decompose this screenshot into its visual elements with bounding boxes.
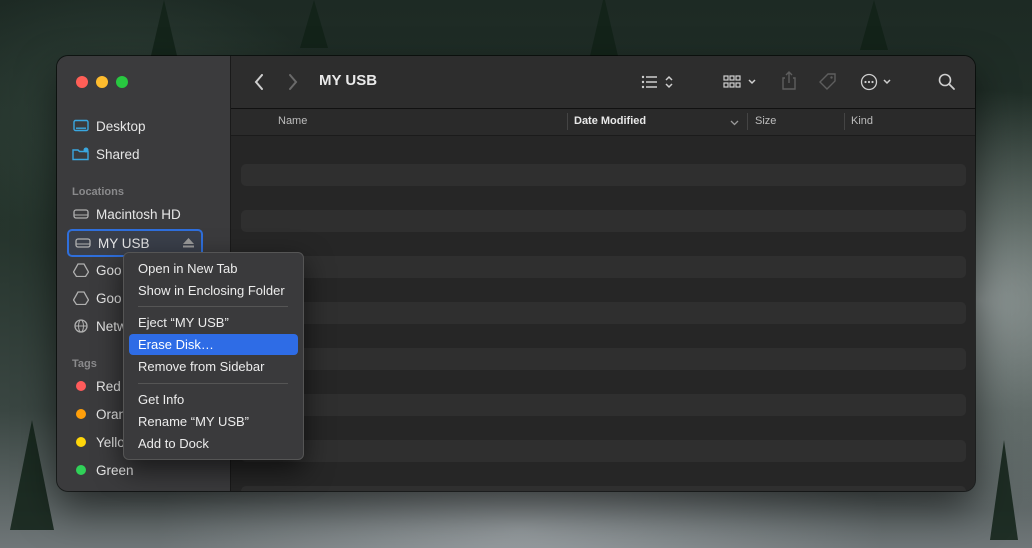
empty-row-stripe <box>241 164 966 186</box>
menu-item-get-info[interactable]: Get Info <box>129 389 298 410</box>
minimize-button[interactable] <box>96 76 108 88</box>
sidebar-item-label: Macintosh HD <box>96 206 181 222</box>
column-header-date-modified[interactable]: Date Modified <box>574 115 646 127</box>
eject-icon[interactable] <box>183 236 194 251</box>
column-divider[interactable] <box>747 113 748 130</box>
context-menu: Open in New Tab Show in Enclosing Folder… <box>123 252 304 460</box>
sidebar-item-macintosh-hd[interactable]: Macintosh HD <box>67 202 203 226</box>
close-button[interactable] <box>76 76 88 88</box>
sidebar-item-label: Shared <box>96 146 140 162</box>
menu-item-open-in-new-tab[interactable]: Open in New Tab <box>129 258 298 279</box>
menu-separator <box>138 306 288 307</box>
column-header-bar: Name Date Modified Size Kind <box>231 109 975 136</box>
sort-chevron-down-icon <box>730 117 739 129</box>
sidebar-tag-green[interactable]: Green <box>67 458 203 482</box>
wallpaper-tree <box>300 0 328 48</box>
forward-button[interactable] <box>285 72 301 92</box>
window-title: MY USB <box>319 72 378 89</box>
sidebar-item-label: Desktop <box>96 118 146 134</box>
menu-separator <box>138 383 288 384</box>
column-header-name[interactable]: Name <box>278 115 307 127</box>
wallpaper-tree <box>990 440 1018 540</box>
empty-row-stripe <box>241 256 966 278</box>
column-divider[interactable] <box>844 113 845 130</box>
menu-item-erase-disk[interactable]: Erase Disk… <box>129 334 298 355</box>
sidebar-item-label: MY USB <box>98 235 150 251</box>
empty-row-stripe <box>241 486 966 491</box>
empty-row-stripe <box>241 348 966 370</box>
drive-icon <box>72 206 90 222</box>
sidebar-item-desktop[interactable]: Desktop <box>67 114 203 138</box>
search-icon[interactable] <box>937 72 957 92</box>
sidebar-item-shared[interactable]: Shared <box>67 142 203 166</box>
column-header-kind[interactable]: Kind <box>851 115 873 127</box>
back-button[interactable] <box>251 72 267 92</box>
drive-icon <box>74 235 92 251</box>
zoom-button[interactable] <box>116 76 128 88</box>
menu-item-eject[interactable]: Eject “MY USB” <box>129 312 298 333</box>
column-divider[interactable] <box>567 113 568 130</box>
sidebar-item-label: Yello <box>96 434 125 450</box>
desktop-icon <box>72 118 90 134</box>
network-icon <box>72 318 90 334</box>
tag-color-dot <box>76 381 86 391</box>
empty-row-stripe <box>241 210 966 232</box>
tag-color-dot <box>76 465 86 475</box>
tag-color-dot <box>76 409 86 419</box>
locations-header: Locations <box>72 186 124 198</box>
tag-color-dot <box>76 437 86 447</box>
wallpaper-tree <box>150 0 178 60</box>
tag-icon[interactable] <box>817 71 839 93</box>
menu-item-remove-from-sidebar[interactable]: Remove from Sidebar <box>129 356 298 377</box>
shared-folder-icon <box>72 146 90 162</box>
empty-row-stripe <box>241 394 966 416</box>
sidebar-item-label: Green <box>96 462 134 478</box>
column-header-size[interactable]: Size <box>755 115 776 127</box>
wallpaper-tree <box>590 0 618 56</box>
list-view-button[interactable] <box>639 72 679 92</box>
empty-row-stripe <box>241 302 966 324</box>
wallpaper-tree <box>860 0 888 50</box>
sidebar-item-label: Oran <box>96 406 127 422</box>
sidebar-item-label: Goo <box>96 290 122 306</box>
sidebar-item-label: Goo <box>96 262 122 278</box>
menu-item-add-to-dock[interactable]: Add to Dock <box>129 433 298 454</box>
group-button[interactable] <box>721 72 761 92</box>
sidebar-item-label: Red <box>96 378 121 394</box>
toolbar: MY USB <box>231 56 975 109</box>
wallpaper-tree <box>10 420 54 530</box>
menu-item-rename[interactable]: Rename “MY USB” <box>129 411 298 432</box>
main-pane: MY USB Name Date Modified Size Kind <box>231 56 975 491</box>
more-actions-button[interactable] <box>859 72 895 92</box>
tags-header: Tags <box>72 358 97 370</box>
share-icon[interactable] <box>780 70 798 92</box>
google-drive-icon <box>72 290 90 306</box>
empty-row-stripe <box>241 440 966 462</box>
menu-item-show-in-enclosing-folder[interactable]: Show in Enclosing Folder <box>129 280 298 301</box>
google-drive-icon <box>72 262 90 278</box>
